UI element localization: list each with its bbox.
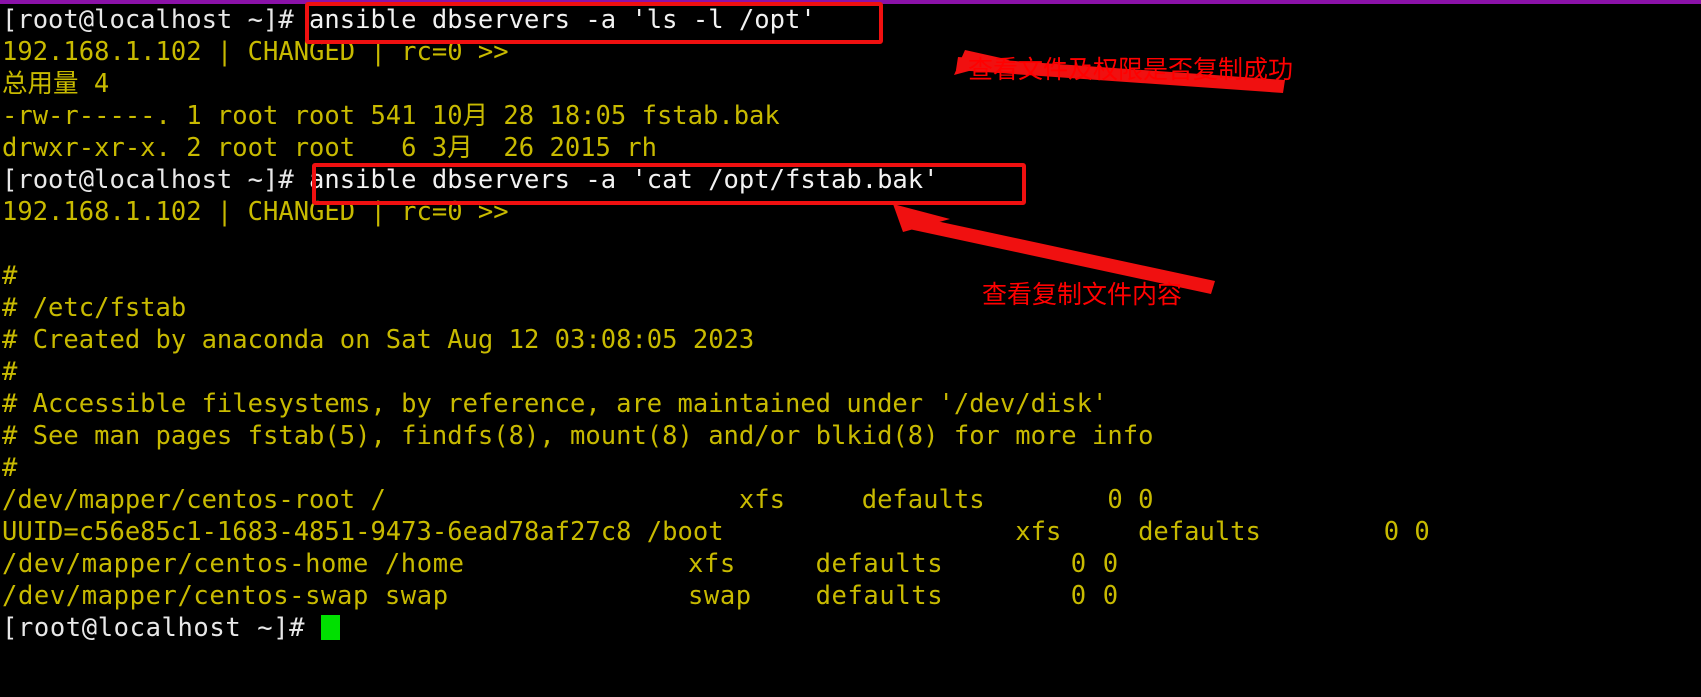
terminal-line-output-5: drwxr-xr-x. 2 root root 6 3月 26 2015 rh [2,133,657,163]
command-text-2: ansible dbservers -a 'cat /opt/fstab.bak… [309,165,939,195]
shell-prompt: [root@localhost ~]# [2,165,310,195]
terminal-line-blank-8 [0,228,1701,260]
terminal-line-output-14: # See man pages fstab(5), findfs(8), mou… [2,421,1154,451]
terminal-line-command-2: [root@localhost ~]# ansible dbservers -a… [0,164,1701,196]
text-cursor [321,615,341,640]
terminal-window[interactable]: [root@localhost ~]# ansible dbservers -a… [0,0,1701,697]
terminal-line-output-9: # [2,261,18,291]
terminal-line-output-18: /dev/mapper/centos-home /home xfs defaul… [2,549,1119,579]
terminal-line-output-19: /dev/mapper/centos-swap swap swap defaul… [2,581,1119,611]
terminal-output-area[interactable]: [root@localhost ~]# ansible dbservers -a… [0,4,1701,644]
annotation-label-1: 查看文件及权限是否复制成功 [968,55,1294,84]
terminal-line-prompt-active[interactable]: [root@localhost ~]# [0,612,1701,644]
terminal-line-output-17: UUID=c56e85c1-1683-4851-9473-6ead78af27c… [2,517,1430,547]
shell-prompt: [root@localhost ~]# [2,613,322,643]
annotation-label-2: 查看复制文件内容 [982,280,1183,309]
terminal-line-output-7: 192.168.1.102 | CHANGED | rc=0 >> [2,197,509,227]
terminal-line-output-11: # Created by anaconda on Sat Aug 12 03:0… [2,325,755,355]
terminal-line-output-15: # [2,453,18,483]
terminal-line-output-10: # /etc/fstab [2,293,187,323]
terminal-line-command-1: [root@localhost ~]# ansible dbservers -a… [0,4,1701,36]
terminal-line-output-2: 192.168.1.102 | CHANGED | rc=0 >> [2,37,509,67]
shell-prompt: [root@localhost ~]# [2,5,310,35]
terminal-line-output-3: 总用量 4 [2,69,110,99]
terminal-line-output-16: /dev/mapper/centos-root / xfs defaults 0… [2,485,1154,515]
command-text-1: ansible dbservers -a 'ls -l /opt' [309,5,816,35]
terminal-line-output-4: -rw-r-----. 1 root root 541 10月 28 18:05… [2,101,780,131]
terminal-line-output-13: # Accessible filesystems, by reference, … [2,389,1108,419]
terminal-line-output-12: # [2,357,18,387]
